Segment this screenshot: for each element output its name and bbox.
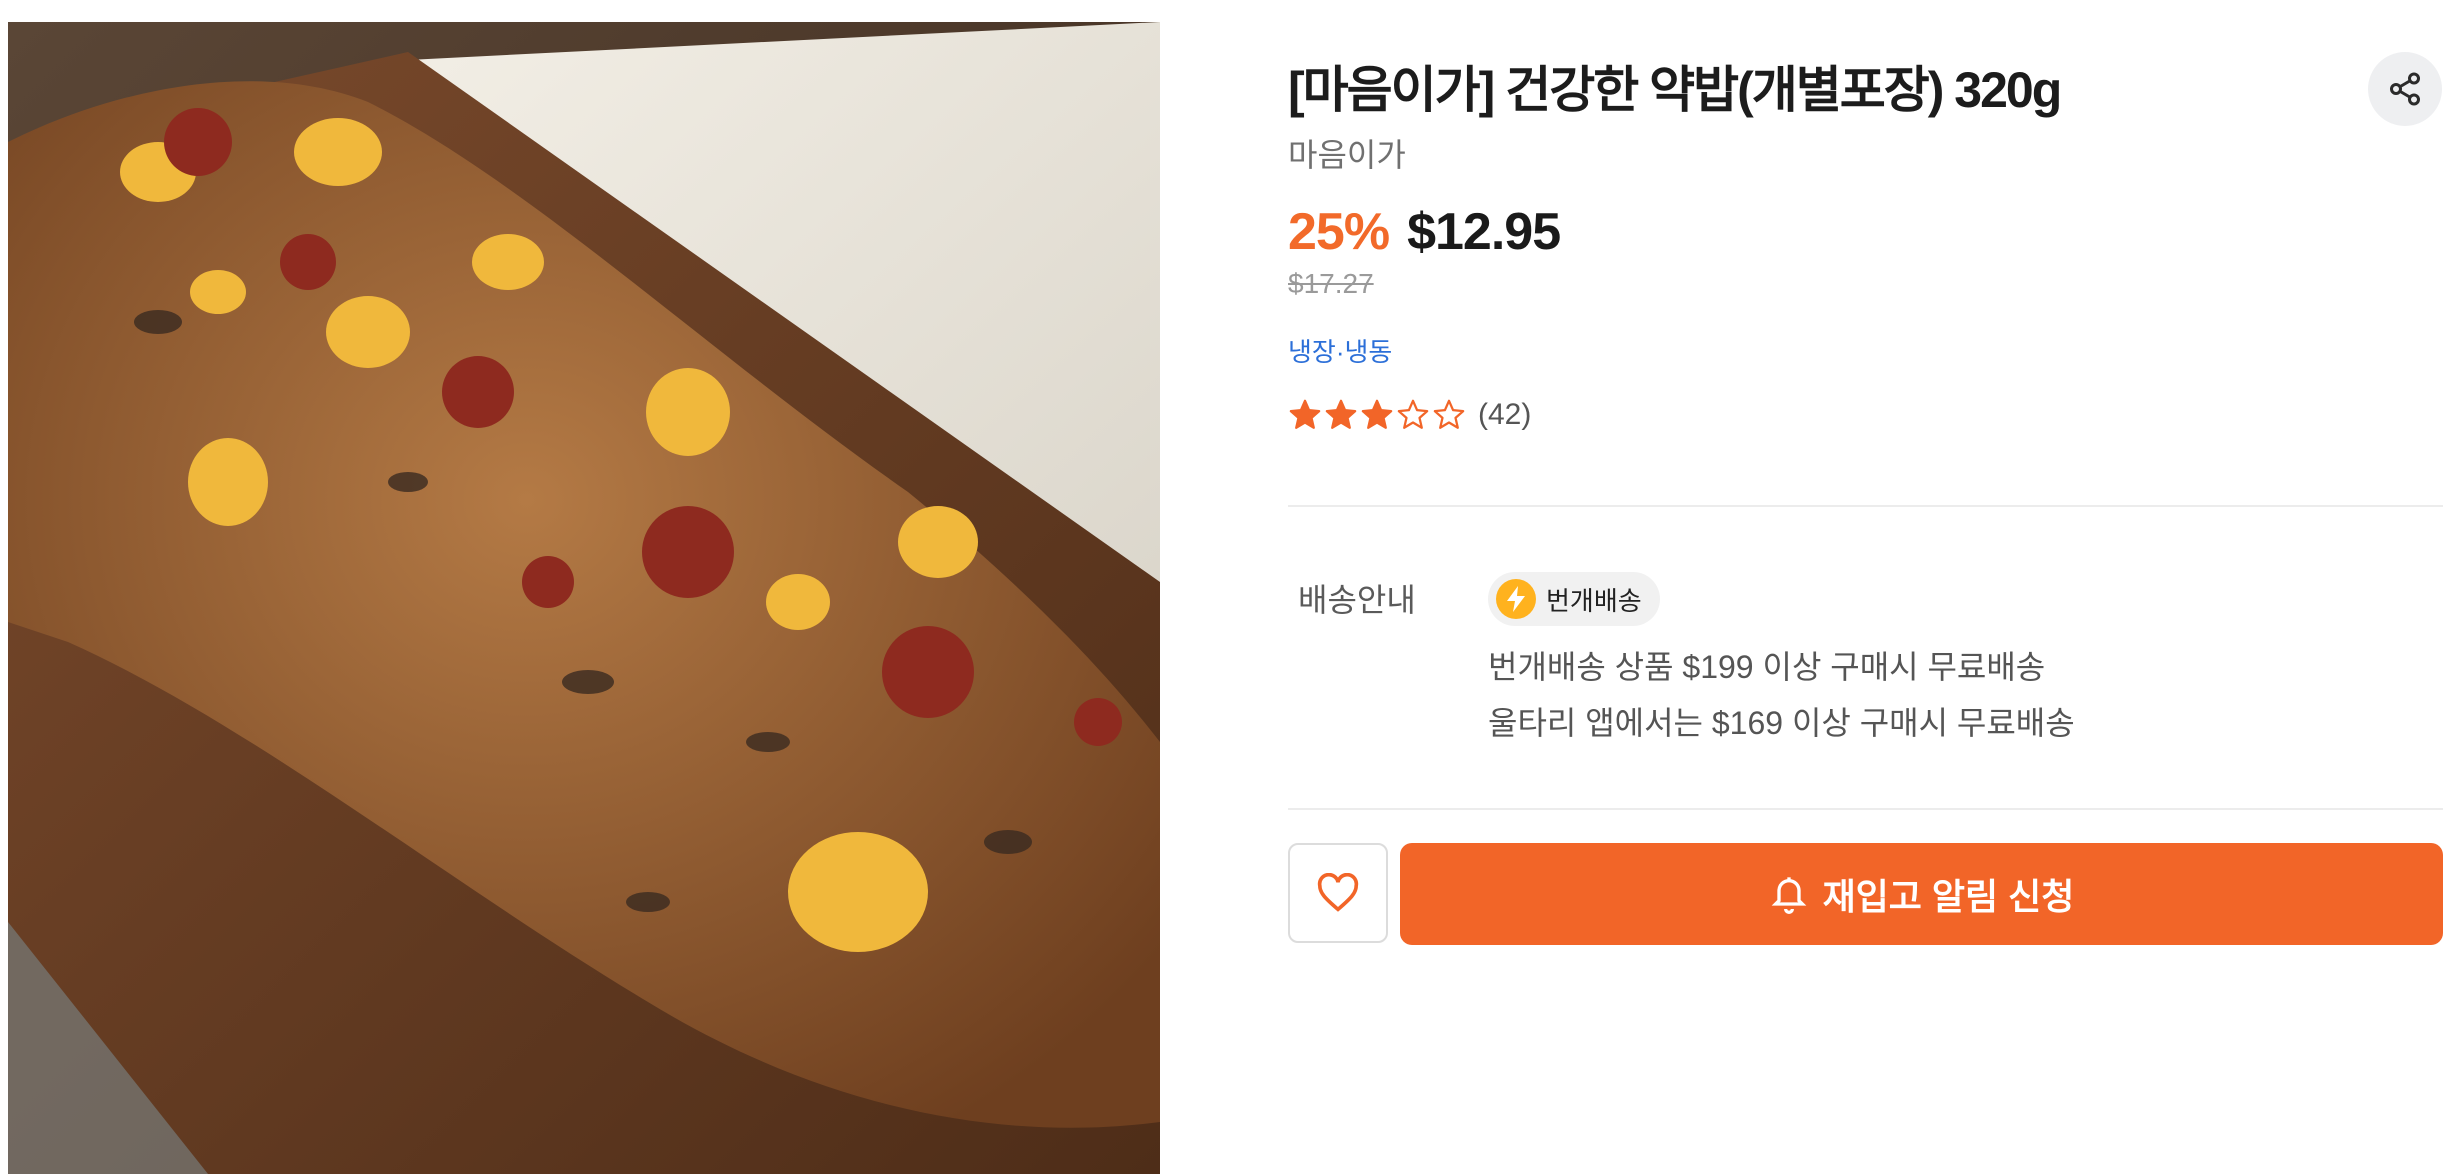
delivery-badge: 번개배송 xyxy=(1488,572,1660,626)
divider xyxy=(1288,808,2443,810)
lightning-icon xyxy=(1496,579,1536,619)
restock-notify-button[interactable]: 재입고 알림 신청 xyxy=(1400,843,2443,945)
shipping-line-1: 번개배송 상품 $199 이상 구매시 무료배송 xyxy=(1488,649,2046,685)
brand-name[interactable]: 마음이가 xyxy=(1288,130,1406,176)
shipping-label: 배송안내 xyxy=(1298,582,1416,618)
share-icon xyxy=(2390,72,2420,106)
shipping-line-2: 울타리 앱에서는 $169 이상 구매시 무료배송 xyxy=(1488,705,2075,741)
restock-notify-label: 재입고 알림 신청 xyxy=(1822,876,2075,917)
star-filled-icon xyxy=(1361,399,1393,429)
sale-price: $12.95 xyxy=(1407,203,1561,261)
product-image xyxy=(8,22,1160,1174)
delivery-badge-label: 번개배송 xyxy=(1546,585,1642,616)
product-title: [마음이가] 건강한 약밥(개별포장) 320g xyxy=(1288,62,2062,118)
bell-icon xyxy=(1771,877,1806,914)
share-button[interactable] xyxy=(2368,52,2442,126)
star-empty-icon xyxy=(1397,399,1429,429)
discount-rate: 25% xyxy=(1288,203,1390,261)
star-filled-icon xyxy=(1289,399,1321,429)
rating[interactable]: (42) xyxy=(1288,398,1531,432)
star-filled-icon xyxy=(1325,399,1357,429)
star-empty-icon xyxy=(1433,399,1465,429)
price-row: 25% $12.95 xyxy=(1288,202,1561,262)
review-count[interactable]: (42) xyxy=(1478,398,1531,432)
product-info: [마음이가] 건강한 약밥(개별포장) 320g 마음이가 25% $12.95… xyxy=(1288,0,2443,1176)
wishlist-button[interactable] xyxy=(1288,843,1388,943)
divider xyxy=(1288,505,2443,507)
storage-type: 냉장·냉동 xyxy=(1288,337,1393,367)
rating-stars xyxy=(1288,398,1468,432)
original-price: $17.27 xyxy=(1288,268,1374,299)
heart-icon xyxy=(1317,873,1359,912)
